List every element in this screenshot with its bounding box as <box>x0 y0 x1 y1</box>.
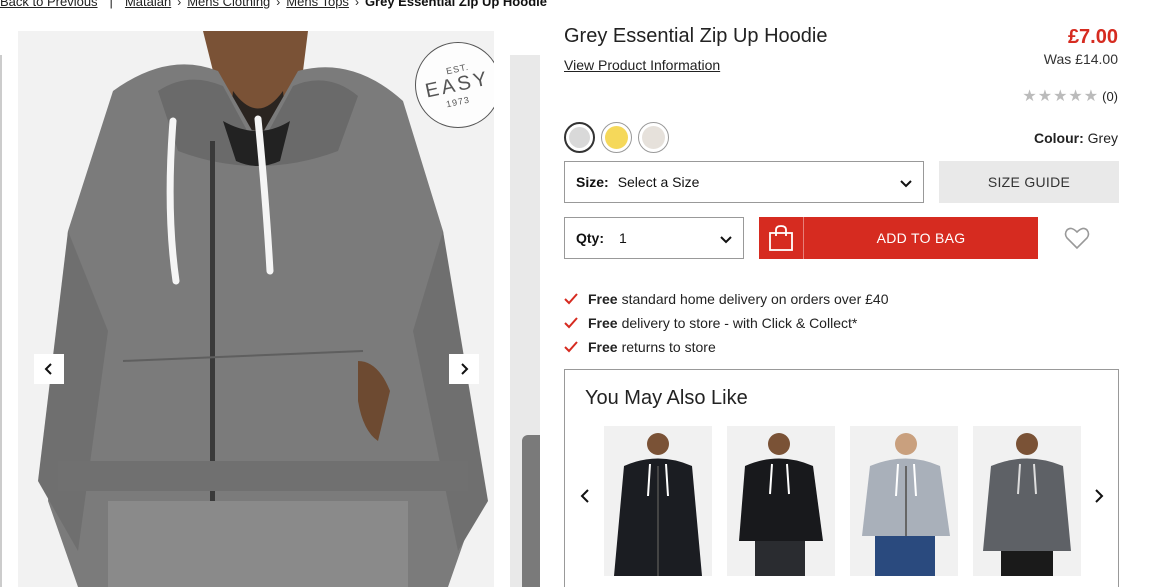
product-gallery: EST. EASY 1973 <box>0 31 540 587</box>
chevron-right-icon[interactable] <box>1091 488 1107 504</box>
view-product-information-link[interactable]: View Product Information <box>564 57 720 73</box>
was-price: Was £14.00 <box>1043 51 1118 67</box>
swatch-yellow[interactable] <box>601 122 632 153</box>
breadcrumb-current: Grey Essential Zip Up Hoodie <box>364 0 547 9</box>
benefit-item: Free returns to store <box>564 335 889 359</box>
size-select[interactable]: Size: Select a Size <box>564 161 924 203</box>
product-main-image[interactable]: EST. EASY 1973 <box>18 31 494 587</box>
ymal-product-3[interactable] <box>850 426 958 576</box>
benefit-text: standard home delivery on orders over £4… <box>621 291 889 307</box>
breadcrumb-link-mens-clothing[interactable]: Mens Clothing <box>187 0 270 9</box>
benefit-bold: Free <box>588 315 618 331</box>
product-price: £7.00 <box>1067 26 1118 48</box>
product-rating[interactable]: ★★★★★ (0) <box>1022 86 1118 106</box>
shopping-bag-icon <box>769 225 793 251</box>
swatch-stone-fill <box>642 126 665 149</box>
delivery-benefits: Free standard home delivery on orders ov… <box>564 287 889 359</box>
ymal-product-2[interactable] <box>727 426 835 576</box>
chevron-right-icon: › <box>354 0 359 9</box>
product-thumbnail-image <box>850 426 958 576</box>
easy-brand-badge: EST. EASY 1973 <box>415 42 494 128</box>
rating-count: (0) <box>1102 88 1118 104</box>
breadcrumb-back-link[interactable]: Back to Previous <box>0 0 98 9</box>
chevron-right-icon: › <box>177 0 182 9</box>
ymal-product-4[interactable] <box>973 426 1081 576</box>
breadcrumb-link-matalan[interactable]: Matalan <box>125 0 171 9</box>
you-may-also-like: You May Also Like <box>564 369 1119 587</box>
bag-icon-box <box>759 217 804 259</box>
colour-swatches <box>564 122 669 153</box>
swatch-stone[interactable] <box>638 122 669 153</box>
product-thumbnail-image <box>604 426 712 576</box>
checkmark-icon <box>564 341 578 353</box>
next-image-strip <box>522 435 540 587</box>
checkmark-icon <box>564 293 578 305</box>
chevron-right-icon <box>461 363 469 375</box>
heart-icon[interactable] <box>1064 226 1090 250</box>
chevron-right-icon: › <box>276 0 281 9</box>
chevron-down-icon <box>900 180 912 188</box>
gallery-prev-button[interactable] <box>34 354 64 384</box>
size-label: Size: <box>576 174 609 190</box>
chevron-left-icon[interactable] <box>577 488 593 504</box>
hoodie-model-image <box>18 31 494 587</box>
add-to-bag-button[interactable]: ADD TO BAG <box>759 217 1038 259</box>
colour-label: Colour: <box>1034 130 1084 146</box>
colour-value: Grey <box>1087 130 1118 146</box>
product-thumbnail-image <box>973 426 1081 576</box>
breadcrumb: Back to Previous | Matalan › Mens Clothi… <box>0 0 547 9</box>
swatch-yellow-fill <box>605 126 628 149</box>
swatch-grey[interactable] <box>564 122 595 153</box>
breadcrumb-divider: | <box>109 0 113 9</box>
previous-image-peek <box>0 55 2 587</box>
chevron-down-icon <box>720 236 732 244</box>
ymal-carousel <box>604 426 1081 576</box>
add-to-bag-label: ADD TO BAG <box>876 230 966 246</box>
ymal-product-1[interactable] <box>604 426 712 576</box>
size-value: Select a Size <box>617 174 700 190</box>
swatch-grey-fill <box>569 127 590 148</box>
star-rating-icon: ★★★★★ <box>1022 88 1100 105</box>
benefit-item: Free standard home delivery on orders ov… <box>564 287 889 311</box>
size-guide-button[interactable]: SIZE GUIDE <box>939 161 1119 203</box>
benefit-text: delivery to store - with Click & Collect… <box>621 315 858 331</box>
breadcrumb-link-mens-tops[interactable]: Mens Tops <box>286 0 349 9</box>
ymal-title: You May Also Like <box>585 387 748 409</box>
benefit-item: Free delivery to store - with Click & Co… <box>564 311 889 335</box>
benefit-text: returns to store <box>621 339 716 355</box>
quantity-select[interactable]: Qty: 1 <box>564 217 744 259</box>
benefit-bold: Free <box>588 339 618 355</box>
qty-label: Qty: <box>576 230 604 246</box>
gallery-next-button[interactable] <box>449 354 479 384</box>
product-thumbnail-image <box>727 426 835 576</box>
product-title: Grey Essential Zip Up Hoodie <box>564 25 828 47</box>
benefit-bold: Free <box>588 291 618 307</box>
chevron-left-icon <box>44 363 52 375</box>
qty-value: 1 <box>619 230 627 246</box>
next-image-peek[interactable] <box>510 55 540 587</box>
checkmark-icon <box>564 317 578 329</box>
selected-colour: Colour: Grey <box>1034 130 1118 146</box>
